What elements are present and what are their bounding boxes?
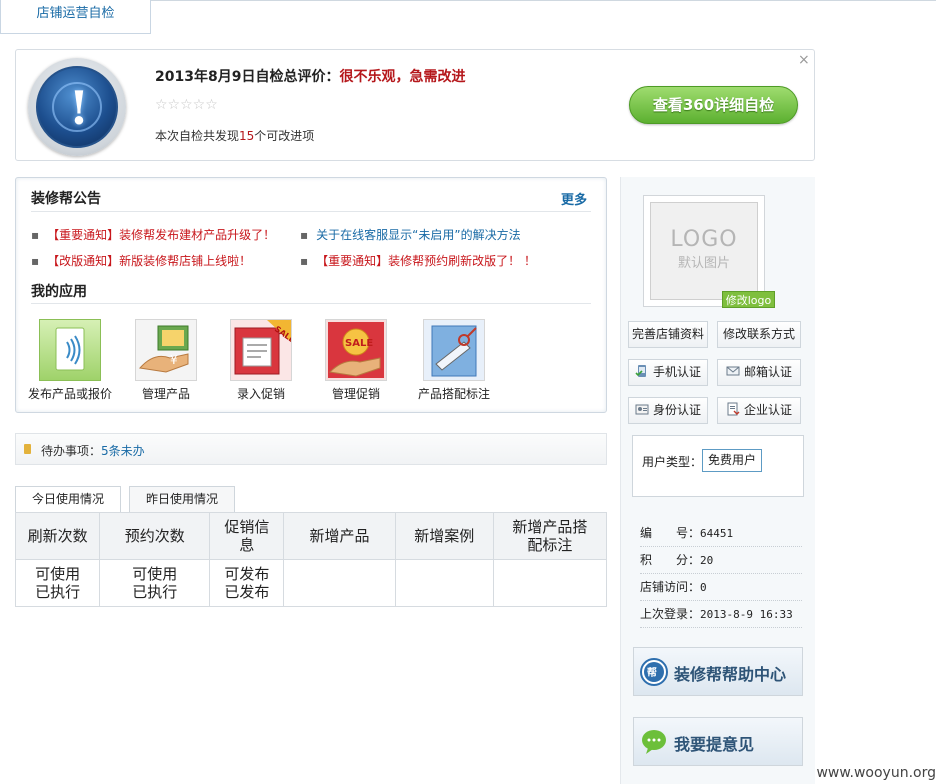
self-check-rating: 很不乐观，急需改进 <box>339 69 466 85</box>
app-label: 发布产品或报价 <box>27 387 112 401</box>
identity-verify-button[interactable]: 身份认证 <box>628 397 708 424</box>
usage-table: 刷新次数 预约次数 促销信息 新增产品 新增案例 新增产品搭配标注 可使用 已执行… <box>14 512 608 607</box>
table-header: 新增案例 <box>394 512 494 560</box>
svg-text:¥: ¥ <box>170 353 178 367</box>
table-cell <box>283 559 396 607</box>
app-product-match[interactable]: 产品搭配标注 <box>409 319 499 402</box>
app-manage-product[interactable]: ¥ 管理产品 <box>121 319 211 402</box>
info-row-points: 积 分：20 <box>640 547 802 574</box>
app-manage-sale[interactable]: SALE 管理促销 <box>311 319 401 402</box>
app-publish-product[interactable]: 发布产品或报价 <box>25 319 115 402</box>
announcement-title: 装修帮公告 <box>31 191 101 207</box>
table-cell <box>394 559 494 607</box>
manage-product-icon: ¥ <box>135 319 197 381</box>
enterprise-verify-button[interactable]: 企业认证 <box>717 397 801 424</box>
user-type-label: 用户类型： <box>642 455 703 469</box>
found-count: 15 <box>239 129 255 143</box>
user-type-box: 用户类型： 免费用户 <box>632 435 804 497</box>
help-center-banner[interactable]: 帮 装修帮帮助中心 <box>633 647 803 696</box>
tab-today-usage[interactable]: 今日使用情况 <box>15 486 121 514</box>
email-icon <box>726 362 740 376</box>
svg-text:帮: 帮 <box>647 666 657 679</box>
view-360-detail-button[interactable]: 查看360详细自检 <box>629 86 798 124</box>
help-center-icon: 帮 <box>640 658 668 686</box>
info-row-visits: 店铺访问：0 <box>640 574 802 601</box>
phone-icon <box>635 362 649 377</box>
edit-contact-button[interactable]: 修改联系方式 <box>717 321 801 348</box>
table-row: 可使用 已执行 可使用 已执行 可发布 已发布 <box>14 559 608 607</box>
my-apps-title: 我的应用 <box>31 284 87 300</box>
table-header: 刷新次数 <box>14 512 101 560</box>
phone-verify-button[interactable]: 手机认证 <box>628 359 708 386</box>
app-sale-entry[interactable]: SALE 录入促销 <box>216 319 306 402</box>
app-label: 管理产品 <box>141 387 190 401</box>
tab-yesterday-usage[interactable]: 昨日使用情况 <box>129 486 235 513</box>
rating-stars: ☆☆☆☆☆ <box>155 97 218 113</box>
notice-item[interactable]: ▪ 【重要通知】装修帮发布建材产品升级了！ <box>31 226 275 243</box>
chat-bubble-icon <box>640 728 668 756</box>
edit-logo-button[interactable]: 修改logo <box>722 291 775 308</box>
warning-radar-icon: ! <box>28 58 126 156</box>
table-cell <box>492 559 608 607</box>
todo-bar: 待办事项：5条未办 <box>15 433 607 465</box>
enterprise-doc-icon <box>726 400 740 416</box>
account-sidebar: LOGO 默认图片 修改logo 完善店铺资料 修改联系方式 手机认证 邮箱认证… <box>620 177 815 784</box>
table-header: 新增产品 <box>283 512 396 560</box>
table-header-row: 刷新次数 预约次数 促销信息 新增产品 新增案例 新增产品搭配标注 <box>14 512 608 560</box>
watermark-url: www.wooyun.org <box>816 765 936 781</box>
user-type-value: 免费用户 <box>702 449 763 472</box>
id-card-icon <box>635 400 649 415</box>
sale-entry-icon: SALE <box>230 319 296 381</box>
email-verify-button[interactable]: 邮箱认证 <box>717 359 801 386</box>
self-check-title: 2013年8月9日自检总评价：很不乐观，急需改进 <box>155 66 465 86</box>
feedback-banner[interactable]: 我要提意见 <box>633 717 803 766</box>
default-logo-image: LOGO 默认图片 <box>650 202 758 300</box>
info-row-last-login: 上次登录：2013-8-9 16:33 <box>640 601 802 628</box>
info-row-id: 编 号：64451 <box>640 520 802 547</box>
notice-item[interactable]: ▪ 【重要通知】装修帮预约刷新改版了！ ！ <box>300 252 536 269</box>
self-check-date-label: 2013年8月9日自检总评价： <box>155 69 340 85</box>
table-cell: 可使用 已执行 <box>99 559 211 607</box>
product-match-icon <box>423 319 485 381</box>
todo-label: 待办事项： <box>41 444 102 458</box>
notice-item[interactable]: ▪ 【改版通知】新版装修帮店铺上线啦！ <box>31 252 251 269</box>
notice-item[interactable]: ▪ 关于在线客服显示“未启用”的解决方法 <box>300 226 521 243</box>
complete-shop-info-button[interactable]: 完善店铺资料 <box>628 321 708 348</box>
app-label: 产品搭配标注 <box>417 387 490 401</box>
table-cell: 可发布 已发布 <box>209 559 285 607</box>
announcement-apps-panel: 装修帮公告 更多 ▪ 【重要通知】装修帮发布建材产品升级了！ ▪ 关于在线客服显示“… <box>15 177 607 413</box>
app-label: 录入促销 <box>236 387 285 401</box>
self-check-panel: ! 2013年8月9日自检总评价：很不乐观，急需改进 ☆☆☆☆☆ 本次自检共发现… <box>15 49 815 161</box>
todo-count-link[interactable]: 5条未办 <box>101 444 145 458</box>
table-header: 预约次数 <box>99 512 211 560</box>
announcement-more-link[interactable]: 更多 <box>561 189 587 208</box>
self-check-found: 本次自检共发现15个可改进项 <box>155 129 315 143</box>
svg-text:SALE: SALE <box>345 338 373 349</box>
publish-product-icon <box>39 319 101 381</box>
table-header: 促销信息 <box>209 512 285 560</box>
tab-shop-self-check[interactable]: 店铺运营自检 <box>0 0 151 34</box>
todo-icon <box>24 444 31 454</box>
manage-sale-icon: SALE <box>325 319 387 381</box>
table-header: 新增产品搭配标注 <box>492 512 608 560</box>
close-icon[interactable]: × <box>798 52 810 68</box>
table-cell: 可使用 已执行 <box>14 559 101 607</box>
app-label: 管理促销 <box>331 387 380 401</box>
